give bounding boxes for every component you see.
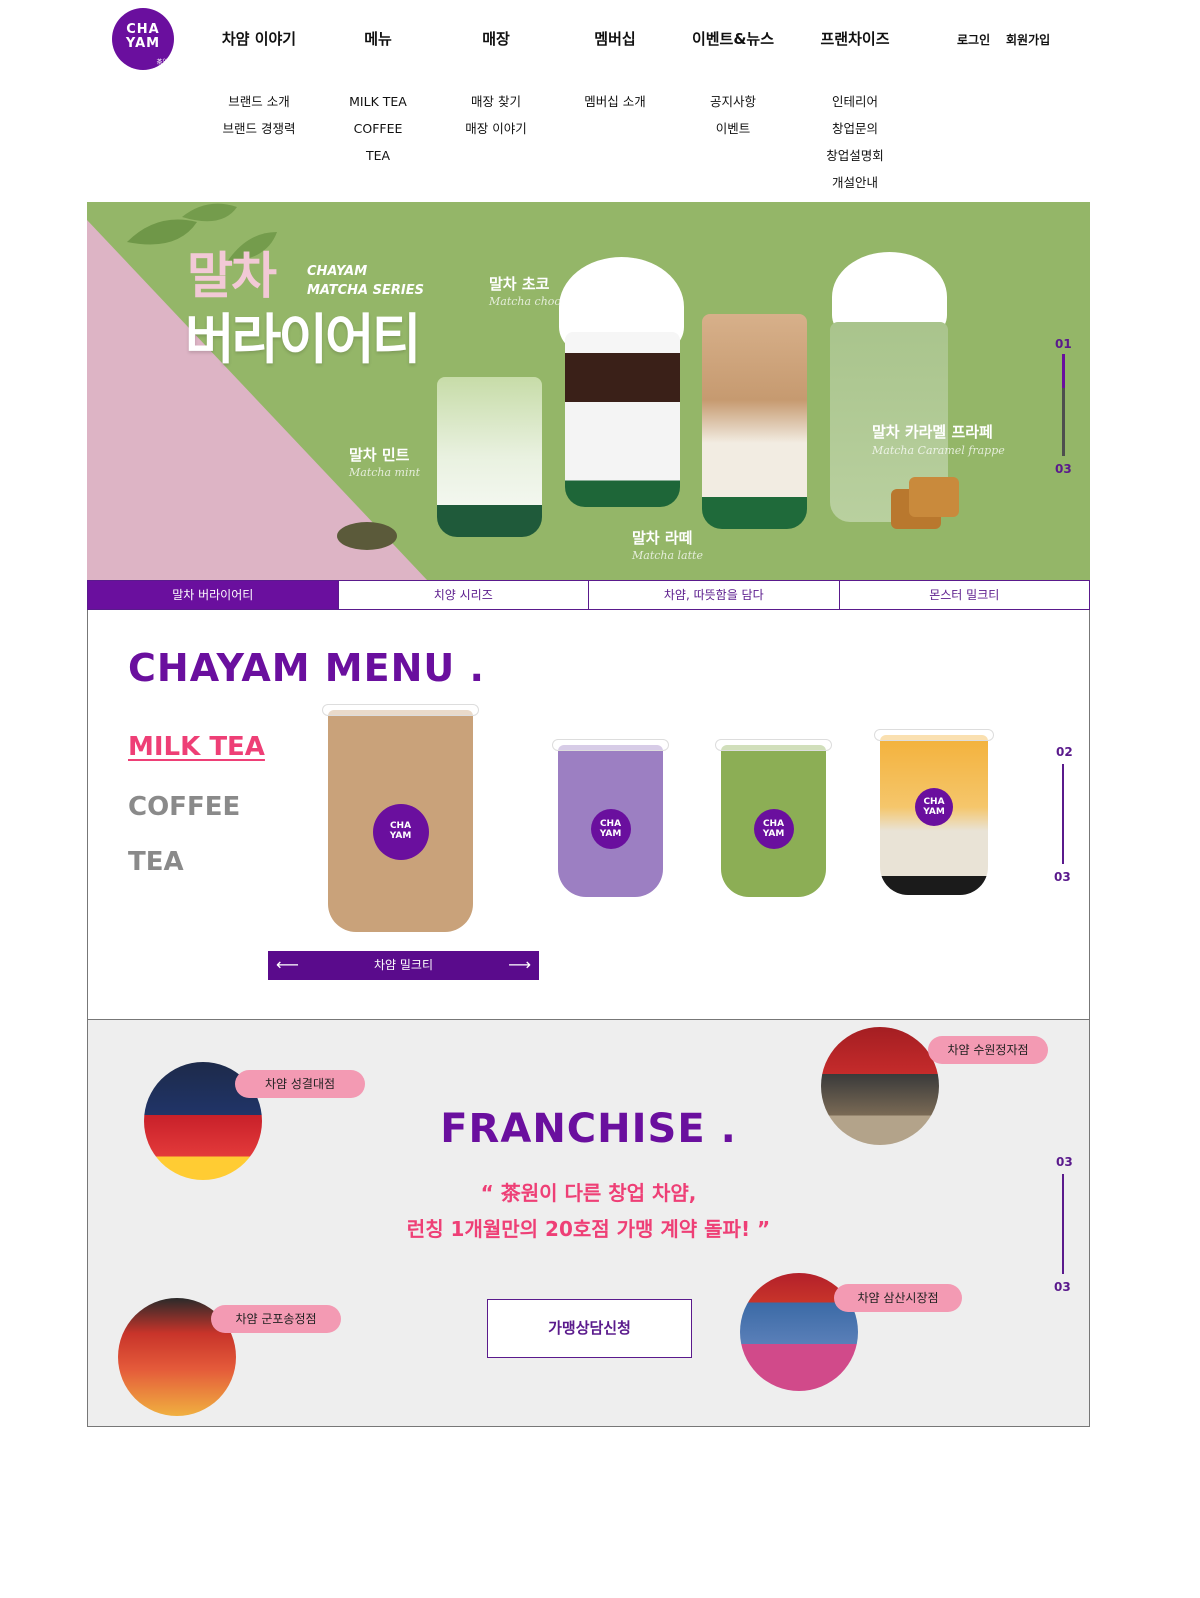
menu-category-coffee[interactable]: COFFEE [128, 792, 240, 822]
franchise-quote-line2: 런칭 1개월만의 20호점 가맹 계약 돌파! ” [406, 1217, 771, 1241]
hero-subtitle-line2: MATCHA SERIES [307, 283, 424, 298]
cup-lid [322, 704, 479, 716]
drink-script-matcha-latte: Matcha latte [632, 549, 703, 562]
menu-section: CHAYAM MENU . MILK TEA COFFEE TEA CHA YAM… [87, 610, 1090, 1020]
submenu-franchise: 인테리어 창업문의 창업설명회 개설안내 [785, 88, 925, 196]
logo-text-line2: YAM [125, 36, 161, 51]
tab-matcha-variety[interactable]: 말차 버라이어티 [88, 581, 339, 609]
drink-label-matcha-choco: 말차 초코 [489, 275, 550, 293]
submenu-item[interactable]: 창업설명회 [785, 142, 925, 169]
hero-tabs: 말차 버라이어티 치양 시리즈 차얌, 따뜻함을 담다 몬스터 밀크티 [87, 580, 1090, 610]
caramel-cubes [909, 477, 959, 517]
signup-link[interactable]: 회원가입 [1006, 31, 1050, 49]
submenu-item[interactable]: 창업문의 [785, 115, 925, 142]
hero-title-line1: 말차 [187, 247, 277, 305]
hero-subtitle-line1: CHAYAM [307, 264, 368, 279]
tea-leaf-spoon [337, 522, 397, 550]
franchise-section: FRANCHISE . “ 茶원이 다른 창업 차얌, 런칭 1개월만의 20호… [87, 1019, 1090, 1427]
store-label-samsan-market[interactable]: 차얌 삼산시장점 [834, 1284, 962, 1312]
menu-cup-boba[interactable]: CHA YAM [874, 729, 994, 895]
submenu-events-news: 공지사항 이벤트 [663, 88, 803, 142]
store-label-suwon-jeongja[interactable]: 차얌 수원정자점 [928, 1036, 1048, 1064]
menu-carousel-nav[interactable]: ⟵ 차얌 밀크티 ⟶ [268, 951, 539, 980]
menu-indicator-current: 02 [1056, 745, 1073, 759]
drink-label-matcha-mint: 말차 민트 [349, 446, 410, 464]
logo-text-small: 茶양 [156, 59, 168, 66]
menu-category-milk-tea[interactable]: MILK TEA [128, 732, 265, 762]
drink-label-matcha-latte: 말차 라떼 [632, 529, 693, 547]
drink-script-matcha-mint: Matcha mint [349, 466, 420, 479]
next-arrow-icon[interactable]: ⟶ [508, 954, 531, 976]
badge-line2: YAM [599, 828, 622, 839]
badge-line2: YAM [923, 807, 945, 817]
drink-label-matcha-caramel-frappe: 말차 카라멜 프라페 [872, 423, 993, 441]
badge-line1: CHA [599, 818, 622, 829]
tab-monster-milk-tea[interactable]: 몬스터 밀크티 [839, 581, 1089, 609]
matcha-choco-cup [565, 332, 680, 507]
badge-line1: CHA [923, 797, 945, 807]
tab-chiyang-series[interactable]: 치양 시리즈 [338, 581, 589, 609]
nav-stores[interactable]: 매장 [482, 28, 510, 50]
cup-logo-badge: CHA YAM [915, 788, 953, 826]
cup-lid [552, 739, 669, 751]
menu-cup-matcha[interactable]: CHA YAM [715, 739, 832, 897]
nav-membership[interactable]: 멤버십 [594, 28, 635, 50]
login-link[interactable]: 로그인 [957, 31, 990, 49]
store-photo-suwon-jeongja[interactable] [821, 1027, 939, 1145]
cup-logo-badge: CHA YAM [753, 808, 794, 849]
tab-chayam-warmth[interactable]: 차얌, 따뜻함을 담다 [589, 581, 840, 609]
submenu-item[interactable]: 개설안내 [785, 169, 925, 196]
drink-script-matcha-caramel-frappe: Matcha Caramel frappe [872, 444, 1005, 457]
cup-lid [715, 739, 832, 751]
submenu-item[interactable]: 매장 이야기 [426, 115, 566, 142]
logo-text-line1: CHA [126, 22, 160, 37]
cup-logo-badge: CHA YAM [372, 804, 429, 861]
franchise-inquiry-button[interactable]: 가맹상담신청 [487, 1299, 692, 1358]
drink-script-matcha-choco: Matcha choco [489, 295, 568, 308]
menu-cup-featured[interactable]: CHA YAM [322, 704, 479, 932]
store-label-seonggyeol[interactable]: 차얌 성결대점 [235, 1070, 365, 1098]
hero-banner[interactable]: 말차 버라이어티 CHAYAM MATCHA SERIES 말차 민트 Matc… [87, 202, 1090, 580]
franchise-quote-line1: “ 茶원이 다른 창업 차얌, [480, 1181, 697, 1205]
nav-events-news[interactable]: 이벤트&뉴스 [692, 28, 774, 50]
submenu-item[interactable]: 공지사항 [663, 88, 803, 115]
nav-menu[interactable]: 메뉴 [364, 28, 392, 50]
matcha-mint-cup [437, 377, 542, 537]
hero-indicator-current: 01 [1055, 337, 1072, 351]
menu-category-tea[interactable]: TEA [128, 847, 184, 877]
franchise-indicator-total: 03 [1054, 1280, 1071, 1294]
badge-line2: YAM [389, 831, 412, 842]
cup-logo-badge: CHA YAM [590, 808, 631, 849]
submenu-item[interactable]: 인테리어 [785, 88, 925, 115]
franchise-indicator-current: 03 [1056, 1155, 1073, 1169]
franchise-progress-bar[interactable] [1062, 1174, 1064, 1274]
badge-line1: CHA [389, 821, 412, 832]
hero-indicator-total: 03 [1055, 462, 1072, 476]
chayam-logo[interactable]: CHA YAM 茶양 [112, 8, 174, 70]
matcha-latte-cup [702, 314, 807, 529]
cup-lid [874, 729, 994, 741]
menu-section-title: CHAYAM MENU . [128, 646, 485, 690]
hero-progress-fill [1062, 354, 1065, 388]
store-label-gunpo-songjeong[interactable]: 차얌 군포송정점 [211, 1305, 341, 1333]
submenu-item[interactable]: 이벤트 [663, 115, 803, 142]
hero-progress-bar[interactable] [1062, 354, 1065, 456]
nav-brand-story[interactable]: 차얌 이야기 [222, 28, 296, 50]
menu-carousel-label: 차얌 밀크티 [373, 958, 433, 972]
nav-franchise[interactable]: 프랜차이즈 [820, 28, 889, 50]
menu-indicator-total: 03 [1054, 870, 1071, 884]
hero-title-line2: 버라이어티 [185, 308, 421, 371]
badge-line2: YAM [762, 828, 785, 839]
badge-line1: CHA [762, 818, 785, 829]
submenu-item[interactable]: TEA [308, 142, 448, 169]
menu-cup-taro[interactable]: CHA YAM [552, 739, 669, 897]
menu-progress-bar[interactable] [1062, 764, 1064, 864]
